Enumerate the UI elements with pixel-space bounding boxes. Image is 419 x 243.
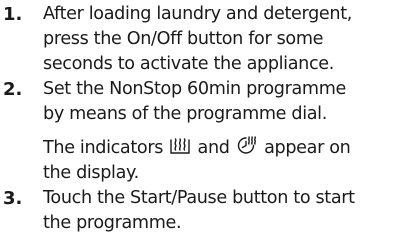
time-steam-indicator-icon <box>236 136 258 156</box>
step-number: 1. <box>3 4 23 25</box>
step-text-line: the programme. <box>43 213 182 233</box>
step-number: 2. <box>3 79 23 100</box>
step-text-line: seconds to activate the appliance. <box>43 54 334 74</box>
steam-indicator-icon <box>169 136 191 156</box>
note-text-after: appear on <box>264 138 351 158</box>
step-text-line: After loading laundry and detergent, <box>43 4 352 24</box>
indicator-note: The indicators and appear on <box>43 136 417 161</box>
instruction-steps: 1. After loading laundry and detergent, … <box>3 2 417 236</box>
note-text-middle: and <box>197 138 230 158</box>
step-text-line: press the On/Off button for some <box>43 29 324 49</box>
step-text-line: by means of the programme dial. <box>43 104 327 124</box>
step-text-line: Touch the Start/Pause button to start <box>43 188 355 208</box>
step-number: 3. <box>3 188 23 209</box>
step-3: 3. Touch the Start/Pause button to start… <box>3 186 417 236</box>
step-2: 2. Set the NonStop 60min programme by me… <box>3 77 417 186</box>
note-text-before: The indicators <box>43 138 164 158</box>
step-1: 1. After loading laundry and detergent, … <box>3 2 417 77</box>
step-text-line: Set the NonStop 60min programme <box>43 79 346 99</box>
note-text-last-line: the display. <box>43 163 139 183</box>
